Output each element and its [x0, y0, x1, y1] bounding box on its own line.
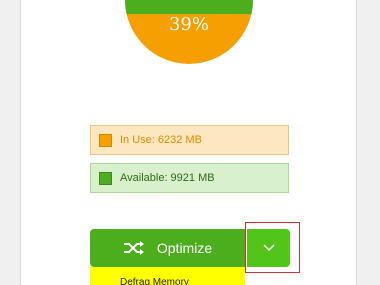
available-label: Available: 9921 MB	[120, 172, 215, 184]
optimize-button[interactable]: Optimize	[90, 229, 245, 267]
menu-item-defrag-memory[interactable]: Defrag Memory	[90, 267, 245, 285]
window-right-edge	[356, 0, 380, 285]
legend-available: Available: 9921 MB	[90, 163, 289, 193]
in-use-swatch	[99, 133, 112, 147]
optimize-label: Optimize	[156, 240, 213, 256]
optimize-menu: Defrag Memory	[90, 267, 245, 285]
shuffle-icon	[123, 240, 145, 256]
chevron-down-icon	[262, 239, 275, 257]
available-swatch	[99, 171, 112, 185]
pie-available-slice	[125, 0, 253, 15]
memory-percent-label: 39%	[168, 14, 209, 35]
in-use-label: In Use: 6232 MB	[120, 134, 202, 146]
legend-in-use: In Use: 6232 MB	[90, 125, 289, 155]
optimize-dropdown-button[interactable]	[247, 229, 290, 267]
window-left-edge	[0, 0, 21, 285]
